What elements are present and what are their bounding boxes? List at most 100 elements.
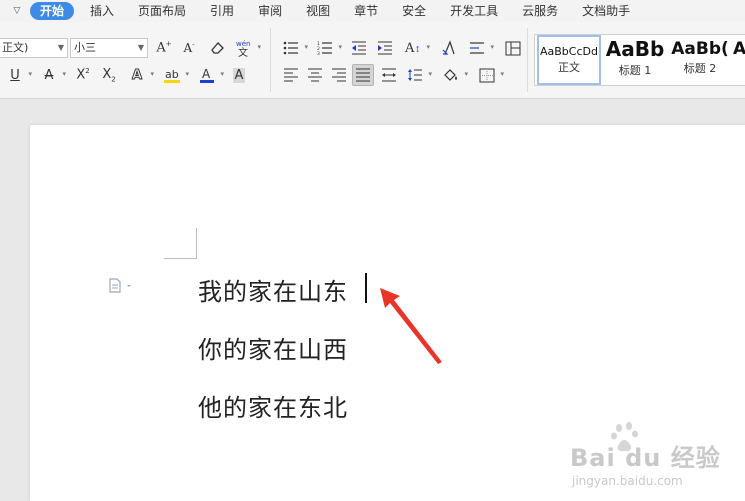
tab-developer[interactable]: 开发工具: [442, 2, 506, 20]
align-center-button[interactable]: [304, 64, 326, 86]
style-name: 标题 2: [683, 62, 717, 75]
align-right-button[interactable]: [328, 64, 350, 86]
font-size-select[interactable]: 小三 ▼: [70, 38, 148, 58]
shrink-font-button[interactable]: A-: [178, 37, 200, 59]
document-line-3[interactable]: 他的家在东北: [198, 388, 348, 423]
tab-cloud[interactable]: 云服务: [514, 2, 566, 20]
superscript-icon: X2: [76, 67, 90, 83]
margin-corner-marker: [164, 228, 197, 259]
document-line-2[interactable]: 你的家在山西: [198, 330, 348, 365]
chevron-down-icon: ▾: [150, 70, 154, 78]
sort-icon: [470, 42, 484, 54]
tab-review[interactable]: 审阅: [250, 2, 290, 20]
chevron-down-icon: ▾: [490, 43, 494, 51]
chevron-down-icon: ▾: [62, 70, 66, 78]
svg-text:文: 文: [238, 46, 248, 57]
style-sample: AaBb: [605, 37, 665, 61]
style-name: 正文: [558, 61, 580, 74]
font-color-button[interactable]: A ▾: [196, 64, 224, 86]
text-effect-button[interactable]: A ▾: [126, 64, 154, 86]
clear-format-button[interactable]: [206, 37, 228, 59]
subscript-button[interactable]: X2: [98, 64, 120, 86]
tab-insert[interactable]: 插入: [82, 2, 122, 20]
numbering-button[interactable]: 1 2 3 ▾: [314, 37, 342, 59]
style-name: 标题 1: [618, 64, 652, 77]
svg-text:A: A: [202, 67, 211, 81]
superscript-button[interactable]: X2: [72, 64, 94, 86]
tab-security[interactable]: 安全: [394, 2, 434, 20]
font-name-select[interactable]: 正文) ▼: [0, 38, 68, 58]
eraser-icon: [211, 42, 224, 54]
grow-font-icon: A+: [156, 40, 172, 56]
decrease-indent-button[interactable]: [348, 37, 370, 59]
table-layout-button[interactable]: [502, 37, 524, 59]
justify-button[interactable]: [352, 64, 374, 86]
style-normal[interactable]: AaBbCcDd 正文: [537, 35, 601, 85]
ribbon-toolbar: 正文) ▼ 小三 ▼ A+ A- wén 文 ▾ U ▾ A ▾ X2 X2 A: [0, 22, 745, 99]
underline-button[interactable]: U ▾: [4, 64, 32, 86]
line-spacing-icon: [408, 69, 422, 81]
watermark-url: jingyan.baidu.com: [572, 474, 683, 488]
align-left-button[interactable]: [280, 64, 302, 86]
subscript-icon: X2: [102, 66, 116, 84]
style-sample: A: [733, 39, 745, 59]
highlight-button[interactable]: ab ▾: [161, 64, 189, 86]
line-spacing-button[interactable]: ▾: [404, 64, 432, 86]
tab-section[interactable]: 章节: [346, 2, 386, 20]
style-sample: AaBbCcDd: [540, 45, 598, 58]
highlighter-icon: ab: [164, 68, 180, 83]
style-heading-1[interactable]: AaBb 标题 1: [603, 35, 667, 85]
distributed-button[interactable]: [378, 64, 400, 86]
chevron-down-icon: ▾: [185, 70, 189, 78]
text-effect-icon: A: [131, 67, 143, 83]
font-color-icon: A: [200, 67, 214, 83]
strikethrough-button[interactable]: A ▾: [38, 64, 66, 86]
chevron-down-icon: ▾: [338, 43, 342, 51]
watermark: Bai du 经验 jingyan.baidu.com: [570, 420, 745, 501]
svg-text:3: 3: [317, 51, 320, 55]
chevron-down-icon: ▼: [57, 43, 64, 52]
distributed-align-icon: [382, 68, 396, 82]
decrease-indent-icon: [352, 41, 366, 55]
text-cursor: [365, 273, 367, 303]
borders-button[interactable]: ▾: [476, 64, 504, 86]
paint-bucket-icon: [444, 69, 457, 81]
annotation-arrow-icon: [380, 288, 442, 364]
chevron-down-icon: ▾: [428, 70, 432, 78]
chevron-down-icon: ▾: [28, 70, 32, 78]
borders-icon: [479, 68, 495, 82]
style-sample: AaBb(: [671, 39, 729, 59]
increase-indent-button[interactable]: [374, 37, 396, 59]
quick-access-dropdown-icon[interactable]: ▽: [4, 6, 30, 16]
underline-icon: U: [10, 67, 20, 83]
chevron-down-icon: ▾: [500, 70, 504, 78]
svg-text:ab: ab: [165, 68, 179, 81]
sort-button[interactable]: ▾: [466, 37, 494, 59]
style-heading-3[interactable]: A: [733, 35, 745, 85]
character-shading-button[interactable]: A: [228, 64, 250, 86]
increase-indent-icon: [378, 41, 392, 55]
ribbon-separator: [527, 28, 528, 92]
tab-references[interactable]: 引用: [202, 2, 242, 20]
font-size-value: 小三: [74, 41, 96, 54]
chevron-down-icon: ▾: [257, 43, 261, 51]
style-heading-2[interactable]: AaBb( 标题 2: [668, 35, 732, 85]
shading-button[interactable]: ▾: [440, 64, 468, 86]
bullets-button[interactable]: ▾: [280, 37, 308, 59]
chinese-layout-button[interactable]: A↕ ▾: [402, 37, 430, 59]
tab-page-layout[interactable]: 页面布局: [130, 2, 194, 20]
phonetic-guide-button[interactable]: wén 文 ▾: [233, 37, 261, 59]
show-hide-marks-button[interactable]: [438, 37, 460, 59]
chevron-down-icon: ▾: [464, 70, 468, 78]
font-name-value: 正文): [2, 41, 29, 54]
document-line-1[interactable]: 我的家在山东: [198, 272, 348, 307]
chevron-down-icon: ▾: [426, 43, 430, 51]
character-shading-icon: A: [232, 67, 246, 83]
paragraph-handle-icon[interactable]: [108, 278, 131, 294]
grow-font-button[interactable]: A+: [153, 37, 175, 59]
shrink-font-icon: A-: [183, 41, 195, 55]
tab-doc-assistant[interactable]: 文档助手: [574, 2, 638, 20]
tab-home[interactable]: 开始: [30, 2, 75, 20]
tab-view[interactable]: 视图: [298, 2, 338, 20]
chevron-down-icon: ▾: [220, 70, 224, 78]
